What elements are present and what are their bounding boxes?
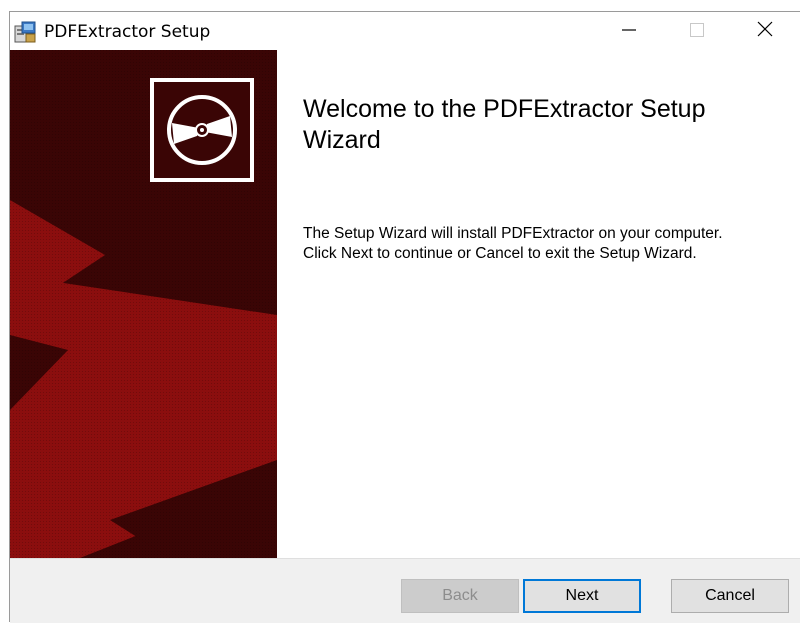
window-title: PDFExtractor Setup bbox=[44, 22, 211, 42]
maximize-icon bbox=[690, 22, 704, 41]
cd-icon bbox=[164, 92, 240, 168]
minimize-icon bbox=[622, 22, 636, 41]
wizard-footer: Back Next Cancel bbox=[10, 558, 800, 623]
cancel-button[interactable]: Cancel bbox=[671, 579, 789, 613]
minimize-button[interactable] bbox=[595, 12, 663, 50]
back-button[interactable]: Back bbox=[401, 579, 519, 613]
cd-icon-frame bbox=[150, 78, 254, 182]
close-icon bbox=[757, 21, 773, 41]
setup-window: PDFExtractor Setup Welcome to the PDFExt… bbox=[9, 11, 800, 623]
installer-app-icon bbox=[13, 20, 37, 44]
next-button[interactable]: Next bbox=[523, 579, 641, 613]
wizard-description: The Setup Wizard will install PDFExtract… bbox=[303, 224, 783, 264]
description-line-2: Click Next to continue or Cancel to exit… bbox=[303, 245, 697, 262]
close-button[interactable] bbox=[731, 12, 799, 50]
wizard-heading: Welcome to the PDFExtractor Setup Wizard bbox=[303, 95, 706, 154]
wizard-banner bbox=[10, 50, 277, 558]
description-line-1: The Setup Wizard will install PDFExtract… bbox=[303, 225, 723, 242]
title-bar[interactable]: PDFExtractor Setup bbox=[10, 12, 800, 50]
maximize-button[interactable] bbox=[663, 12, 731, 50]
